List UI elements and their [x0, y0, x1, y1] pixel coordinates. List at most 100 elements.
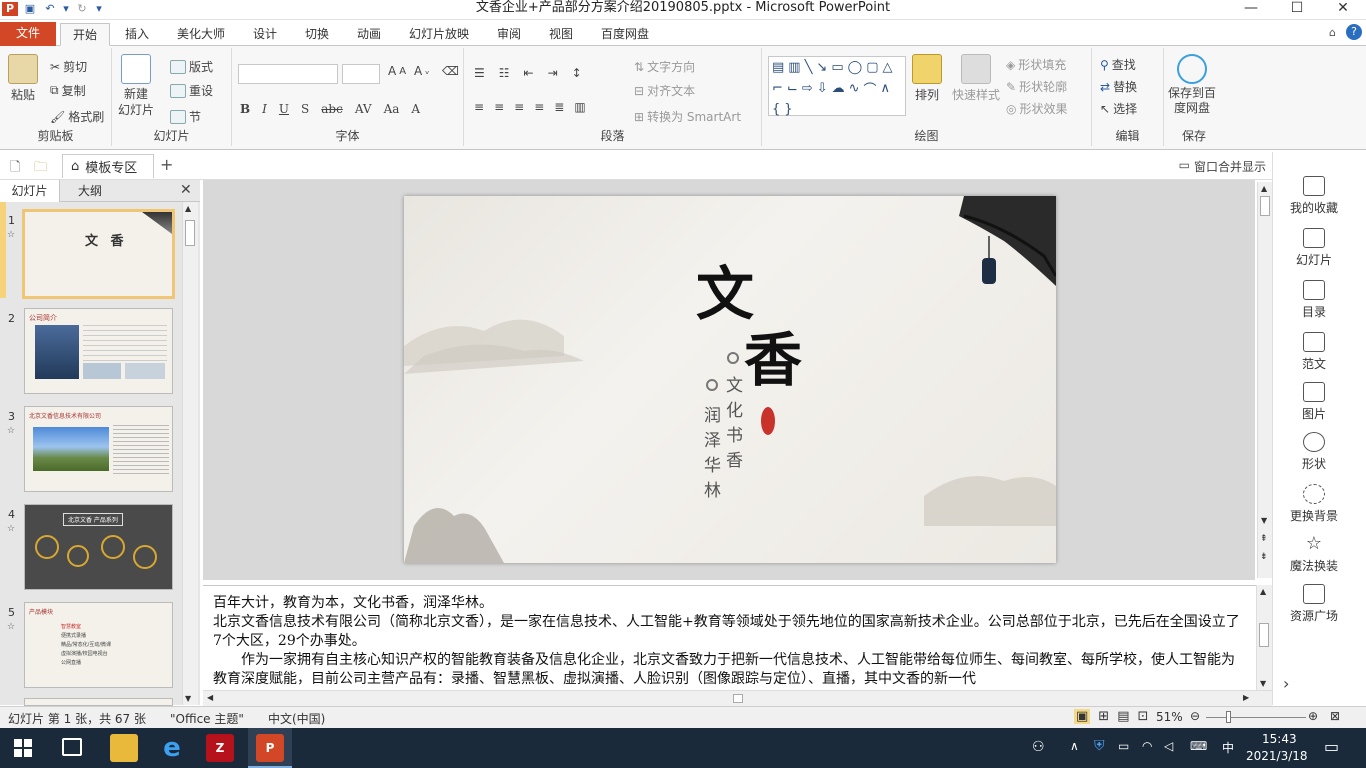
smartart-button[interactable]: ⊞ 转换为 SmartArt [634, 108, 741, 125]
fit-to-window-icon[interactable]: ⊠ [1330, 709, 1340, 723]
zoom-in-icon[interactable]: ⊕ [1308, 709, 1318, 723]
thumbnails-scrollbar[interactable]: ▲ ▼ [182, 202, 198, 705]
scroll-left-icon[interactable]: ◀ [207, 693, 213, 702]
horizontal-scrollbar[interactable]: ◀ ▶ [203, 690, 1272, 706]
tab-home[interactable]: 开始 [60, 23, 110, 46]
font-size-select[interactable] [342, 64, 380, 84]
align-text-button[interactable]: ⊟ 对齐文本 [634, 82, 695, 99]
toc-button[interactable]: 目录 [1273, 280, 1355, 320]
strikethrough-icon[interactable]: abc [321, 102, 343, 116]
shapes-button[interactable]: 形状 [1273, 432, 1355, 472]
filezilla-icon[interactable]: Z [206, 734, 234, 762]
find-button[interactable]: ⚲ 查找 [1100, 56, 1136, 73]
textbox-icon[interactable]: ▤ [772, 60, 784, 75]
line-spacing-icon[interactable]: ↕ [572, 66, 582, 80]
clear-format-icon[interactable]: ⌫ [442, 64, 459, 78]
section-button[interactable]: 节 [170, 108, 201, 125]
new-doc-icon[interactable]: 🗋 [10, 158, 20, 180]
tab-beautify[interactable]: 美化大师 [170, 23, 232, 46]
clock-time[interactable]: 15:43 [1262, 732, 1297, 746]
shrink-font-icon[interactable]: Aᵥ [414, 64, 429, 78]
align-left-icon[interactable]: ≡ [474, 100, 484, 114]
reset-button[interactable]: 重设 [170, 82, 213, 99]
slideshow-view-icon[interactable]: ⊡ [1138, 709, 1149, 724]
arrange-button[interactable]: 排列 [912, 54, 942, 103]
scroll-up-icon[interactable]: ▲ [1260, 587, 1266, 596]
zoom-level[interactable]: 51% [1156, 710, 1183, 724]
callout-icon[interactable]: ☁ [832, 81, 845, 96]
char-spacing-icon[interactable]: AV [355, 102, 372, 116]
notifications-icon[interactable]: ▭ [1324, 737, 1339, 756]
close-panel-icon[interactable]: ✕ [180, 182, 192, 198]
arc-icon[interactable]: ⌒ [864, 79, 877, 98]
slides-library-button[interactable]: 幻灯片 [1273, 228, 1355, 268]
curve-icon[interactable]: ∿ [849, 81, 860, 96]
tab-review[interactable]: 审阅 [488, 23, 530, 46]
shape-effects-button[interactable]: ◎ 形状效果 [1006, 100, 1068, 117]
down-arrow-icon[interactable]: ⇩ [817, 81, 828, 96]
zoom-slider[interactable] [1206, 717, 1306, 718]
task-view-icon[interactable] [62, 738, 82, 756]
scroll-up-icon[interactable]: ▲ [185, 204, 191, 213]
replace-button[interactable]: ⇄ 替换 [1100, 78, 1137, 95]
next-slide-icon[interactable]: ⇟ [1260, 552, 1268, 562]
stage-scrollbar[interactable]: ▲ ▼ ⇞ ⇟ [1257, 182, 1273, 578]
help-icon[interactable]: ? [1346, 24, 1362, 40]
battery-icon[interactable]: ▭ [1118, 739, 1129, 753]
font-color-icon[interactable]: A [411, 102, 420, 116]
thumbnail-slide-1[interactable]: 文 香 [22, 209, 175, 299]
grow-font-icon[interactable]: AA [388, 64, 406, 78]
security-shield-icon[interactable]: ⛨ [1094, 738, 1105, 754]
line-icon[interactable]: ╲ [805, 60, 813, 75]
change-background-button[interactable]: 更换背景 [1273, 484, 1355, 524]
rectangle-icon[interactable]: ▭ [831, 60, 843, 75]
tab-outline[interactable]: 大纲 [60, 180, 120, 202]
shapes-gallery[interactable]: ▤ ▥ ╲ ↘ ▭ ◯ ▢ △ ⌐ ⌙ ⇨ ⇩ ☁ ∿ ⌒ ∧ {} [768, 56, 906, 117]
close-button[interactable]: ✕ [1320, 0, 1366, 18]
zoom-slider-thumb[interactable] [1226, 711, 1231, 723]
template-tab[interactable]: ⌂ 模板专区 [62, 154, 154, 178]
tray-expand-icon[interactable]: ∧ [1070, 739, 1079, 753]
new-slide-button[interactable]: 新建 幻灯片 [118, 54, 154, 118]
collapse-ribbon-icon[interactable]: ⌂ [1329, 26, 1336, 39]
thumbnail-slide-5[interactable]: 产品模块 智慧教室 便携式录播 精品/常态化/互动/微课 虚拟演播/校园电视台 … [24, 602, 173, 688]
thumbnail-slide-2[interactable]: 公司简介 [24, 308, 173, 394]
vertical-textbox-icon[interactable]: ▥ [788, 60, 800, 75]
current-slide[interactable]: 文 香 文化书香 润泽华林 [404, 196, 1056, 563]
tab-slideshow[interactable]: 幻灯片放映 [402, 23, 476, 46]
freeform-icon[interactable]: ∧ [881, 81, 891, 96]
rounded-rect-icon[interactable]: ▢ [866, 60, 878, 75]
keyboard-icon[interactable]: ⌨ [1190, 739, 1207, 753]
tab-view[interactable]: 视图 [540, 23, 582, 46]
shape-fill-button[interactable]: ◈ 形状填充 [1006, 56, 1066, 73]
scroll-thumb[interactable] [1260, 196, 1270, 216]
tab-transitions[interactable]: 切换 [296, 23, 338, 46]
normal-view-icon[interactable]: ▣ [1074, 709, 1091, 724]
tab-baidu-netdisk[interactable]: 百度网盘 [594, 23, 656, 46]
underline-icon[interactable]: U [279, 102, 289, 116]
triangle-icon[interactable]: △ [882, 60, 892, 75]
internet-explorer-icon[interactable]: e [158, 734, 186, 762]
elbow-icon[interactable]: ⌙ [787, 81, 798, 96]
distribute-icon[interactable]: ≣ [554, 100, 564, 114]
thumbnail-slide-4[interactable]: 北京文香 产品系列 [24, 504, 173, 590]
connector-icon[interactable]: ⌐ [772, 81, 783, 96]
brace-right-icon[interactable]: } [784, 102, 792, 117]
maximize-button[interactable]: ☐ [1274, 0, 1320, 18]
ime-indicator[interactable]: 中 [1222, 739, 1234, 756]
reading-view-icon[interactable]: ▤ [1117, 709, 1129, 724]
scroll-down-icon[interactable]: ▼ [1261, 516, 1267, 525]
oval-icon[interactable]: ◯ [848, 60, 863, 75]
merge-windows-button[interactable]: ▭ 窗口合并显示 [1179, 158, 1266, 175]
scroll-thumb[interactable] [185, 220, 195, 246]
clock-date[interactable]: 2021/3/18 [1246, 749, 1308, 763]
magic-restyle-button[interactable]: ☆ 魔法换装 [1273, 534, 1355, 574]
scroll-right-icon[interactable]: ▶ [1243, 693, 1249, 702]
add-tab-icon[interactable]: + [160, 155, 173, 174]
layout-button[interactable]: 版式 [170, 58, 213, 75]
slide-sorter-icon[interactable]: ⊞ [1098, 709, 1109, 724]
folder-icon[interactable]: 🗀 [34, 158, 47, 180]
wifi-icon[interactable]: ◠ [1142, 739, 1152, 753]
copy-button[interactable]: ⧉ 复制 [50, 82, 86, 99]
align-right-icon[interactable]: ≡ [514, 100, 524, 114]
